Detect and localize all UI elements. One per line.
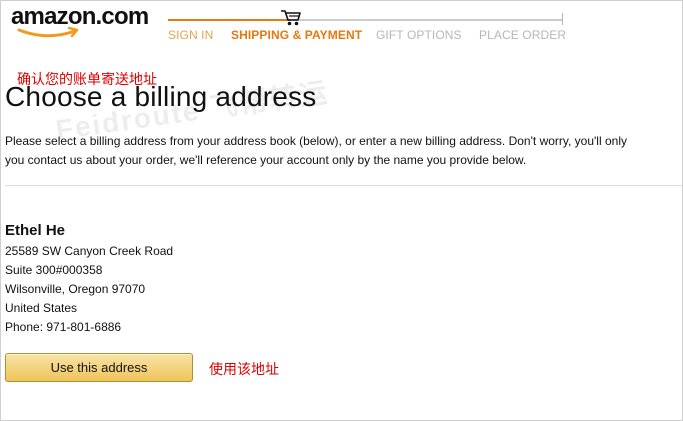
checkout-frame: amazon.com SIGN IN SHIPPING & PAYMENT GI… xyxy=(0,0,683,421)
cart-icon xyxy=(281,10,301,26)
use-this-address-button[interactable]: Use this address xyxy=(5,353,193,382)
step-shipping-payment: SHIPPING & PAYMENT xyxy=(231,28,363,42)
progress-track-complete xyxy=(168,19,290,21)
intro-line-2: you contact us about your order, we'll r… xyxy=(5,153,527,167)
address-name: Ethel He xyxy=(5,222,66,239)
progress-track-end xyxy=(562,13,563,25)
step-gift-options: GIFT OPTIONS xyxy=(376,28,462,42)
amazon-logo[interactable]: amazon.com xyxy=(11,3,151,39)
page-title: Choose a billing address xyxy=(5,81,317,112)
address-line: Wilsonville, Oregon 97070 xyxy=(5,282,146,296)
step-place-order: PLACE ORDER xyxy=(479,28,567,42)
intro-line-1: Please select a billing address from you… xyxy=(5,134,627,148)
annotation-button-note: 使用该地址 xyxy=(209,361,279,377)
use-this-address-label: Use this address xyxy=(50,360,148,375)
address-line: Suite 300#000358 xyxy=(5,263,103,277)
intro-text: Please select a billing address from you… xyxy=(5,132,682,170)
section-divider xyxy=(5,185,682,186)
step-sign-in[interactable]: SIGN IN xyxy=(168,28,213,42)
address-card: Ethel He 25589 SW Canyon Creek Road Suit… xyxy=(5,222,173,337)
address-line: 25589 SW Canyon Creek Road xyxy=(5,244,174,258)
smile-arrow-icon xyxy=(17,27,79,38)
progress-track-remaining xyxy=(290,19,562,21)
address-line: United States xyxy=(5,301,78,315)
address-phone: Phone: 971-801-6886 xyxy=(5,320,122,334)
